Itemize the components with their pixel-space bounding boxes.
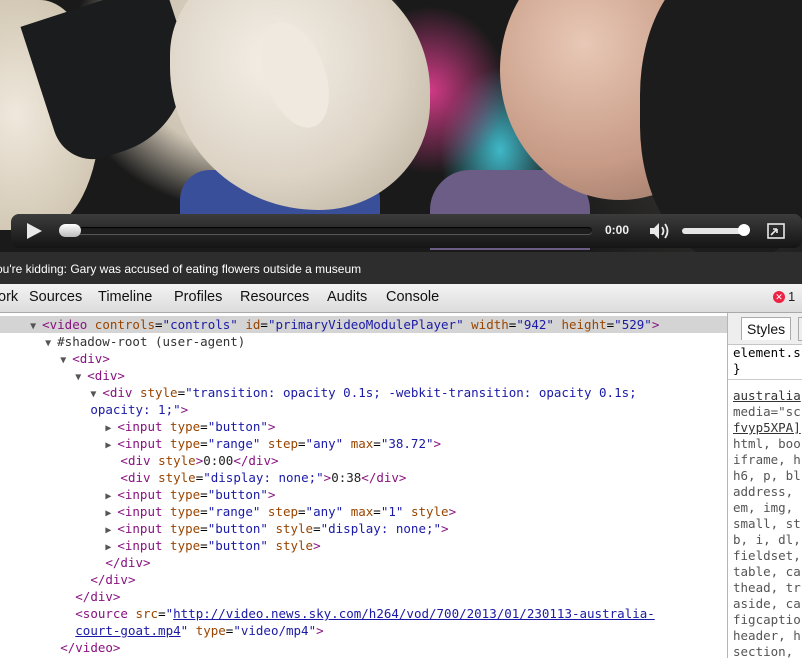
style-rule-line: address, [733, 484, 801, 499]
dom-node-close-div: </div> [75, 589, 121, 604]
stylesheet-link[interactable]: australia [733, 388, 801, 404]
style-rule-line: media="sc [733, 404, 801, 419]
source-url-link[interactable]: http://video.news.sky.com/h264/vod/700/2… [173, 606, 655, 621]
style-rule-line: element.s [733, 345, 801, 360]
tab-profiles[interactable]: Profiles [174, 289, 222, 305]
style-rule-line: figcaptio [733, 612, 801, 627]
volume-icon[interactable] [648, 222, 672, 240]
devtools-tab-bar: ork Sources Timeline Profiles Resources … [0, 284, 802, 313]
tab-sources[interactable]: Sources [29, 289, 82, 305]
dom-node-video[interactable]: ▼ <video controls="controls" id="primaryV… [0, 316, 727, 333]
style-divider [728, 379, 802, 380]
source-url-link[interactable]: court-goat.mp4 [75, 623, 180, 638]
tab-timeline[interactable]: Timeline [98, 289, 152, 305]
dom-node-input[interactable]: ▶ <input type="button"> [0, 418, 727, 435]
video-player[interactable]: 0:00 [0, 0, 802, 252]
dom-node-input[interactable]: ▶ <input type="button"> [0, 486, 727, 503]
style-rule-line: small, st [733, 516, 801, 531]
style-rule-line: b, i, dl, [733, 532, 801, 547]
dom-node-div-style[interactable]: ▼ <div style="transition: opacity 0.1s; -… [0, 384, 727, 401]
dom-node-div-duration[interactable]: <div style="display: none;">0:38</div> [0, 469, 727, 486]
video-caption: ou're kidding: Gary was accused of eatin… [0, 252, 802, 284]
dom-node-input[interactable]: ▶ <input type="range" step="any" max="1" … [0, 503, 727, 520]
elements-panel: ▼ <video controls="controls" id="primaryV… [0, 313, 727, 658]
style-rule-line: iframe, h [733, 452, 801, 467]
style-rule-line: section, [733, 644, 801, 658]
current-time: 0:00 [605, 223, 630, 237]
tab-network[interactable]: ork [0, 289, 18, 305]
dom-node-source[interactable]: <source src="http://video.news.sky.com/h… [0, 605, 727, 622]
style-rule-line: em, img, [733, 500, 801, 515]
play-icon[interactable] [27, 223, 42, 239]
caption-text: ou're kidding: Gary was accused of eatin… [0, 262, 362, 276]
tab-resources[interactable]: Resources [240, 289, 309, 305]
dom-node-close-div: </div> [105, 555, 151, 570]
dom-node-input[interactable]: ▶ <input type="range" step="any" max="38.… [0, 435, 727, 452]
style-rule-line: fieldset, [733, 548, 801, 563]
video-controls-bar: 0:00 [11, 214, 802, 248]
dom-node-div[interactable]: ▼ <div> [0, 367, 727, 384]
seek-slider-thumb[interactable] [59, 224, 81, 237]
error-count: 1 [788, 289, 796, 304]
style-rule-line: html, boo [733, 436, 801, 451]
style-rule-line: thead, tr [733, 580, 801, 595]
styles-pane: Styles C element.s } australia media="sc… [727, 313, 802, 658]
style-rule-line: aside, ca [733, 596, 801, 611]
styles-tab-bar: Styles C [728, 313, 802, 345]
dom-node-source-cont: court-goat.mp4" type="video/mp4"> [75, 623, 324, 638]
tab-computed[interactable]: C [798, 317, 802, 341]
fullscreen-icon[interactable] [767, 223, 785, 239]
style-rule-line: table, ca [733, 564, 801, 579]
stylesheet-link[interactable]: fvyp5XPA] [733, 420, 801, 436]
dom-node-close-div: </div> [90, 572, 136, 587]
volume-slider[interactable] [682, 228, 744, 234]
dom-node-shadow-root[interactable]: ▼ #shadow-root (user-agent) [0, 333, 727, 350]
dom-node-div-time[interactable]: <div style>0:00</div> [0, 452, 727, 469]
dom-node-div[interactable]: ▼ <div> [0, 350, 727, 367]
error-circle-icon: ✕ [773, 291, 785, 303]
style-rule-line: header, h [733, 628, 801, 643]
volume-slider-thumb[interactable] [738, 224, 750, 236]
tab-audits[interactable]: Audits [327, 289, 367, 305]
seek-slider[interactable] [60, 227, 592, 234]
dom-node-div-style-cont: opacity: 1;"> [90, 402, 189, 417]
dom-node-input[interactable]: ▶ <input type="button" style> [0, 537, 727, 554]
style-rule-line: h6, p, bl [733, 468, 801, 483]
tab-console[interactable]: Console [386, 289, 439, 305]
tab-styles[interactable]: Styles [741, 317, 792, 340]
dom-node-close-video: </video> [60, 640, 121, 655]
style-rule-line: } [733, 361, 741, 376]
dom-node-input[interactable]: ▶ <input type="button" style="display: no… [0, 520, 727, 537]
error-counter[interactable]: ✕ 1 [773, 289, 795, 304]
